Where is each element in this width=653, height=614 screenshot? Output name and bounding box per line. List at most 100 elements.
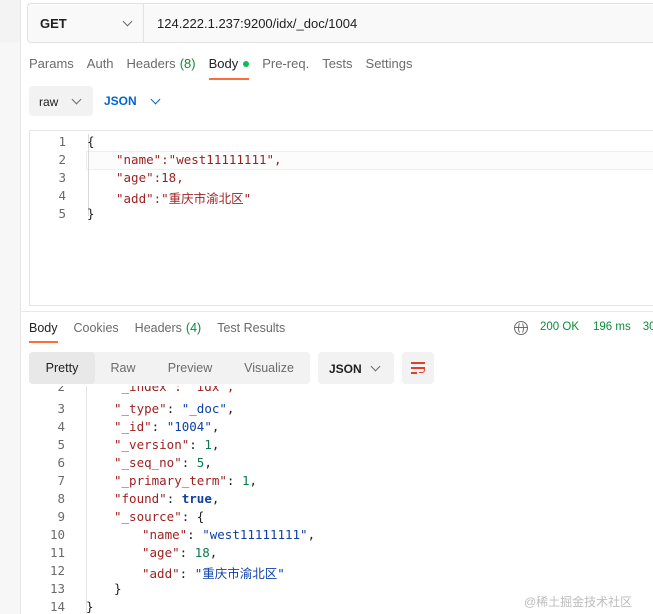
code-text: }	[87, 206, 95, 221]
json-value: "1004"	[166, 419, 212, 434]
line-number: 12	[49, 563, 65, 578]
chevron-down-icon	[370, 361, 381, 372]
json-value: "west11111111"	[202, 527, 308, 542]
json-key: "_seq_no"	[114, 455, 182, 470]
line-number: 4	[57, 419, 65, 434]
status-code[interactable]: 200 OK	[540, 321, 579, 335]
chevron-down-icon	[71, 94, 82, 105]
json-key: "found"	[114, 491, 167, 506]
code-line: 5 }	[30, 205, 653, 223]
body-mode-label: raw	[39, 95, 59, 109]
line-number: 6	[57, 455, 65, 470]
line-number: 10	[49, 527, 65, 542]
view-tab-pretty[interactable]: Pretty	[29, 352, 95, 384]
json-value: 18	[194, 545, 210, 560]
code-text: {	[87, 134, 95, 149]
response-view-tabs: Pretty Raw Preview Visualize	[29, 352, 310, 384]
line-number: 13	[49, 581, 65, 596]
wrap-lines-icon	[411, 362, 425, 374]
response-time[interactable]: 196 ms	[593, 321, 631, 335]
tab-body[interactable]: Body	[208, 56, 250, 84]
tab-label: Headers	[126, 56, 176, 71]
tab-label: Headers	[134, 321, 182, 335]
method-label: GET	[40, 15, 67, 31]
url-bar: GET 124.222.1.237:9200/idx/_doc/1004	[27, 3, 653, 43]
view-tab-visualize[interactable]: Visualize	[229, 352, 309, 384]
json-key: "age"	[142, 545, 180, 560]
globe-icon[interactable]	[514, 321, 528, 335]
code-line: 4 "_id": "1004",	[20, 419, 653, 437]
line-number: 3	[58, 170, 66, 185]
response-divider[interactable]	[20, 311, 653, 312]
line-number: 4	[58, 188, 66, 203]
headers-count: (4)	[185, 321, 202, 335]
json-value: "_doc"	[181, 401, 227, 416]
json-value: 1	[204, 437, 212, 452]
code-line: 5 "_version": 1,	[20, 437, 653, 455]
tab-headers[interactable]: Headers (8)	[127, 56, 196, 84]
line-number: 2	[57, 386, 65, 394]
line-number: 3	[57, 401, 65, 416]
code-line: 3 "age":18,	[30, 169, 653, 187]
tab-label: Settings	[365, 56, 413, 71]
line-number: 5	[57, 437, 65, 452]
response-body-viewer[interactable]: 2 "_index": "idx", 3 "_type": "_doc", 4 …	[20, 386, 653, 614]
tab-settings[interactable]: Settings	[366, 56, 413, 84]
json-key: "_version"	[114, 437, 190, 452]
line-number: 11	[49, 545, 65, 560]
code-line: 8 "found": true,	[20, 491, 653, 509]
chevron-down-icon	[122, 16, 133, 27]
line-number: 1	[58, 134, 66, 149]
tab-label: Auth	[86, 56, 114, 71]
code-text: "age":18,	[116, 170, 184, 185]
tab-label: Tests	[322, 56, 353, 71]
request-body-editor[interactable]: 1 { 2 "name":"west11111111", 3 "age":18,…	[29, 130, 653, 306]
line-number: 2	[58, 152, 66, 167]
json-key: "name"	[142, 527, 188, 542]
code-line: 6 "_seq_no": 5,	[20, 455, 653, 473]
tab-label: Test Results	[217, 321, 286, 335]
response-tab-test-results[interactable]: Test Results	[217, 321, 285, 345]
indent-guide	[86, 386, 87, 614]
tab-label: Pre-req.	[262, 56, 310, 71]
code-line: 2 "name":"west11111111",	[30, 151, 653, 169]
left-sidebar-edge	[0, 0, 21, 614]
tab-params[interactable]: Params	[29, 56, 74, 84]
chevron-down-icon	[150, 94, 161, 105]
wrap-lines-button[interactable]	[402, 352, 434, 384]
tab-tests[interactable]: Tests	[322, 56, 352, 84]
response-tab-cookies[interactable]: Cookies	[74, 321, 119, 345]
watermark: @稀土掘金技术社区	[524, 595, 633, 609]
url-input[interactable]: 124.222.1.237:9200/idx/_doc/1004	[157, 16, 357, 31]
body-mode-select[interactable]: raw	[29, 86, 93, 116]
line-number: 14	[49, 599, 65, 614]
json-value: "重庆市渝北区"	[194, 566, 285, 581]
body-format-select[interactable]: JSON	[104, 94, 161, 108]
view-tab-preview[interactable]: Preview	[153, 352, 227, 384]
method-selector[interactable]: GET	[28, 4, 144, 42]
line-number: 7	[57, 473, 65, 488]
response-tab-headers[interactable]: Headers (4)	[135, 321, 202, 345]
code-line: 2 "_index": "idx",	[20, 386, 653, 397]
body-format-label: JSON	[104, 94, 137, 108]
json-key: "_source"	[114, 509, 182, 524]
response-format-select[interactable]: JSON	[318, 352, 394, 384]
headers-count: (8)	[179, 56, 196, 71]
tab-label: Params	[29, 56, 74, 71]
json-key: "add"	[142, 566, 180, 581]
code-line: 12 "add": "重庆市渝北区"	[20, 563, 653, 581]
code-line: 11 "age": 18,	[20, 545, 653, 563]
code-line: 4 "add":"重庆市渝北区"	[30, 187, 653, 206]
response-tab-body[interactable]: Body	[29, 321, 58, 345]
line-number: 8	[57, 491, 65, 506]
tab-auth[interactable]: Auth	[87, 56, 114, 84]
json-key: "_id"	[114, 419, 152, 434]
response-tabs: Body Cookies Headers (4) Test Results	[29, 321, 301, 345]
tab-pre-request[interactable]: Pre-req.	[262, 56, 309, 84]
code-line: 3 "_type": "_doc",	[20, 401, 653, 419]
response-format-label: JSON	[329, 362, 362, 376]
tab-label: Body	[29, 321, 58, 335]
request-tabs: Params Auth Headers (8) Body Pre-req. Tes…	[29, 56, 426, 84]
view-tab-raw[interactable]: Raw	[95, 352, 151, 384]
response-size[interactable]: 30	[643, 321, 653, 335]
